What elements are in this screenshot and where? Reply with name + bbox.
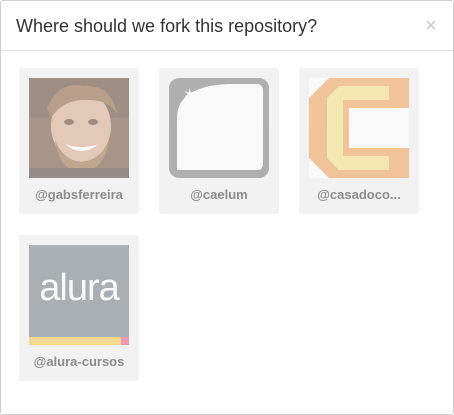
account-login: @caelum (190, 187, 248, 202)
alura-stripe-icon (29, 337, 129, 345)
account-login: @casadoco... (317, 187, 401, 202)
fork-target-gabsferreira[interactable]: @gabsferreira (19, 68, 139, 214)
fork-dialog: Where should we fork this repository? × … (0, 0, 454, 415)
fork-target-casadocodigo[interactable]: @casadoco... (299, 68, 419, 214)
profile-photo-icon (29, 78, 129, 178)
avatar: ✶ (169, 78, 269, 178)
caelum-logo-icon: ✶ (169, 78, 269, 178)
avatar (29, 78, 129, 178)
fork-target-alura-cursos[interactable]: alura @alura-cursos (19, 235, 139, 381)
avatar: alura (29, 245, 129, 345)
avatar (309, 78, 409, 178)
account-login: @gabsferreira (35, 187, 123, 202)
account-login: @alura-cursos (33, 354, 125, 369)
svg-text:✶: ✶ (183, 85, 196, 104)
dialog-title: Where should we fork this repository? (16, 16, 318, 36)
fork-target-caelum[interactable]: ✶ @caelum (159, 68, 279, 214)
close-icon[interactable]: × (421, 16, 441, 36)
casadocodigo-logo-icon (309, 78, 409, 178)
dialog-header: Where should we fork this repository? × (1, 1, 453, 51)
